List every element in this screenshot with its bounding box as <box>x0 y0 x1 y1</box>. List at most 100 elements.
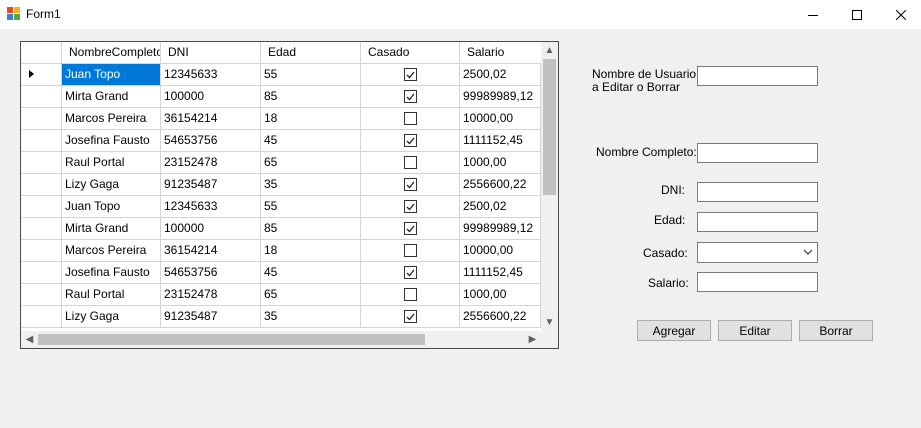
cell-dni[interactable]: 12345633 <box>161 196 261 217</box>
cell-edad[interactable]: 18 <box>261 108 361 129</box>
minimize-button[interactable] <box>790 0 836 29</box>
table-row[interactable]: Lizy Gaga 91235487 35 2556600,22 <box>21 174 541 196</box>
casado-checkbox[interactable] <box>403 266 417 279</box>
cell-edad[interactable]: 45 <box>261 130 361 151</box>
dni-input[interactable] <box>697 182 818 202</box>
scroll-right-icon[interactable]: ▶ <box>524 331 541 348</box>
cell-nombre[interactable]: Lizy Gaga <box>62 306 161 327</box>
row-header[interactable] <box>21 64 62 85</box>
cell-dni[interactable]: 36154214 <box>161 240 261 261</box>
close-button[interactable] <box>878 0 921 29</box>
cell-dni[interactable]: 54653756 <box>161 262 261 283</box>
edad-input[interactable] <box>697 212 818 232</box>
cell-edad[interactable]: 65 <box>261 284 361 305</box>
cell-edad[interactable]: 65 <box>261 152 361 173</box>
casado-checkbox[interactable] <box>403 310 417 323</box>
cell-dni[interactable]: 91235487 <box>161 306 261 327</box>
casado-checkbox[interactable] <box>403 200 417 213</box>
cell-dni[interactable]: 36154214 <box>161 108 261 129</box>
vertical-scrollbar[interactable]: ▲ ▼ <box>541 42 558 331</box>
cell-nombre[interactable]: Mirta Grand <box>62 218 161 239</box>
table-row[interactable]: Juan Topo 12345633 55 2500,02 <box>21 196 541 218</box>
cell-nombre[interactable]: Juan Topo <box>62 64 161 85</box>
row-header[interactable] <box>21 152 62 173</box>
column-header-dni[interactable]: DNI <box>161 42 261 64</box>
cell-edad[interactable]: 18 <box>261 240 361 261</box>
cell-edad[interactable]: 45 <box>261 262 361 283</box>
cell-edad[interactable]: 85 <box>261 86 361 107</box>
cell-edad[interactable]: 55 <box>261 196 361 217</box>
cell-casado[interactable] <box>361 240 460 261</box>
casado-checkbox[interactable] <box>403 90 417 103</box>
cell-salario[interactable]: 2500,02 <box>460 64 541 85</box>
table-row[interactable]: Raul Portal 23152478 65 1000,00 <box>21 284 541 306</box>
cell-casado[interactable] <box>361 64 460 85</box>
row-header[interactable] <box>21 108 62 129</box>
cell-dni[interactable]: 23152478 <box>161 284 261 305</box>
maximize-button[interactable] <box>834 0 880 29</box>
casado-checkbox[interactable] <box>403 156 417 169</box>
row-header[interactable] <box>21 306 62 327</box>
cell-nombre[interactable]: Juan Topo <box>62 196 161 217</box>
editar-button[interactable]: Editar <box>718 320 792 341</box>
table-row[interactable]: Lizy Gaga 91235487 35 2556600,22 <box>21 306 541 328</box>
cell-casado[interactable] <box>361 108 460 129</box>
row-header[interactable] <box>21 86 62 107</box>
cell-salario[interactable]: 2556600,22 <box>460 174 541 195</box>
horizontal-scrollbar[interactable]: ◀ ▶ <box>21 331 541 348</box>
cell-edad[interactable]: 55 <box>261 64 361 85</box>
cell-edad[interactable]: 85 <box>261 218 361 239</box>
cell-nombre[interactable]: Marcos Pereira <box>62 240 161 261</box>
cell-edad[interactable]: 35 <box>261 174 361 195</box>
usuario-input[interactable] <box>697 66 818 86</box>
cell-casado[interactable] <box>361 152 460 173</box>
borrar-button[interactable]: Borrar <box>799 320 873 341</box>
row-header[interactable] <box>21 196 62 217</box>
cell-salario[interactable]: 1111152,45 <box>460 130 541 151</box>
cell-nombre[interactable]: Lizy Gaga <box>62 174 161 195</box>
casado-checkbox[interactable] <box>403 178 417 191</box>
row-header[interactable] <box>21 284 62 305</box>
cell-dni[interactable]: 54653756 <box>161 130 261 151</box>
cell-casado[interactable] <box>361 262 460 283</box>
horizontal-scroll-thumb[interactable] <box>38 334 425 345</box>
row-header[interactable] <box>21 240 62 261</box>
cell-casado[interactable] <box>361 218 460 239</box>
cell-casado[interactable] <box>361 174 460 195</box>
row-header[interactable] <box>21 218 62 239</box>
cell-casado[interactable] <box>361 196 460 217</box>
scroll-up-icon[interactable]: ▲ <box>541 42 558 59</box>
table-row[interactable]: Marcos Pereira 36154214 18 10000,00 <box>21 108 541 130</box>
casado-checkbox[interactable] <box>403 288 417 301</box>
casado-checkbox[interactable] <box>403 68 417 81</box>
cell-salario[interactable]: 2556600,22 <box>460 306 541 327</box>
salario-input[interactable] <box>697 272 818 292</box>
cell-salario[interactable]: 10000,00 <box>460 240 541 261</box>
row-header[interactable] <box>21 174 62 195</box>
cell-salario[interactable]: 2500,02 <box>460 196 541 217</box>
scroll-down-icon[interactable]: ▼ <box>541 314 558 331</box>
cell-nombre[interactable]: Raul Portal <box>62 284 161 305</box>
cell-casado[interactable] <box>361 306 460 327</box>
column-header-edad[interactable]: Edad <box>261 42 361 64</box>
casado-checkbox[interactable] <box>403 244 417 257</box>
data-grid[interactable]: NombreCompleto DNI Edad Casado Salario J… <box>20 41 559 349</box>
grid-corner[interactable] <box>21 42 62 64</box>
cell-salario[interactable]: 1000,00 <box>460 152 541 173</box>
cell-dni[interactable]: 100000 <box>161 86 261 107</box>
table-row[interactable]: Mirta Grand 100000 85 99989989,12 <box>21 218 541 240</box>
column-header-nombre[interactable]: NombreCompleto <box>62 42 161 64</box>
cell-casado[interactable] <box>361 130 460 151</box>
row-header[interactable] <box>21 262 62 283</box>
column-header-salario[interactable]: Salario <box>460 42 541 64</box>
casado-checkbox[interactable] <box>403 134 417 147</box>
cell-nombre[interactable]: Marcos Pereira <box>62 108 161 129</box>
cell-salario[interactable]: 99989989,12 <box>460 218 541 239</box>
cell-dni[interactable]: 23152478 <box>161 152 261 173</box>
cell-salario[interactable]: 10000,00 <box>460 108 541 129</box>
agregar-button[interactable]: Agregar <box>637 320 711 341</box>
cell-nombre[interactable]: Josefina Fausto <box>62 262 161 283</box>
cell-dni[interactable]: 12345633 <box>161 64 261 85</box>
cell-edad[interactable]: 35 <box>261 306 361 327</box>
cell-nombre[interactable]: Raul Portal <box>62 152 161 173</box>
